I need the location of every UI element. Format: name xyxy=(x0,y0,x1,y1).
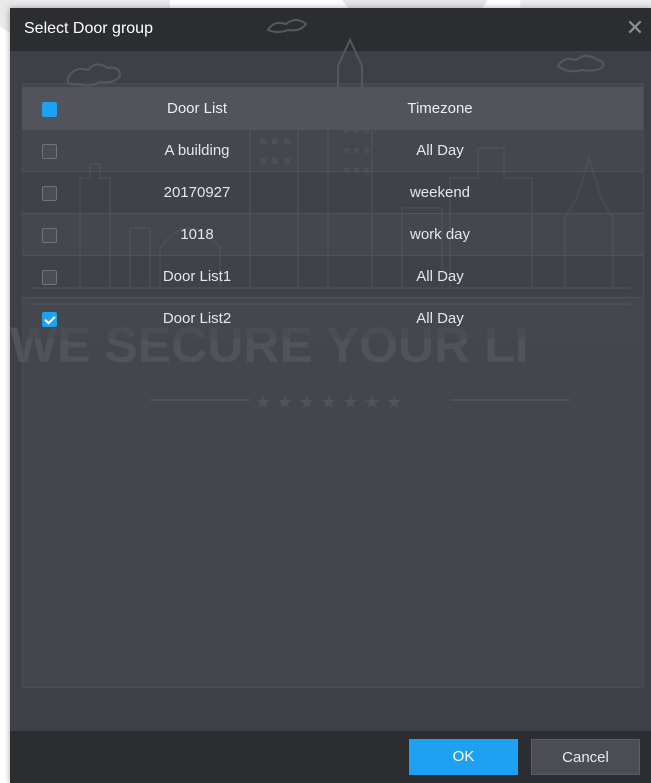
row-select-cell[interactable] xyxy=(22,129,77,172)
row-checkbox[interactable] xyxy=(42,269,57,285)
ok-button[interactable]: OK xyxy=(409,739,518,775)
door-list-cell: Door List1 xyxy=(77,255,317,298)
door-list-cell: A building xyxy=(77,129,317,172)
cancel-button[interactable]: Cancel xyxy=(531,739,640,775)
dialog-title: Select Door group xyxy=(24,20,153,37)
table-row[interactable]: 1018 work day xyxy=(22,213,643,256)
door-group-table: Door List Timezone A building All Day 20… xyxy=(22,87,643,339)
header-select-cell[interactable] xyxy=(22,87,77,130)
table-row[interactable]: 20170927 weekend xyxy=(22,171,643,214)
table-row[interactable]: Door List2 All Day xyxy=(22,297,643,339)
row-checkbox[interactable] xyxy=(42,185,57,201)
column-header-door-list: Door List xyxy=(77,87,317,130)
row-select-cell[interactable] xyxy=(22,297,77,339)
row-checkbox[interactable] xyxy=(42,227,57,243)
row-select-cell[interactable] xyxy=(22,213,77,256)
table-row[interactable]: A building All Day xyxy=(22,129,643,172)
dialog-titlebar: Select Door group ✕ xyxy=(10,8,651,51)
timezone-cell: All Day xyxy=(317,255,643,298)
close-icon[interactable]: ✕ xyxy=(623,16,647,40)
table-header-row: Door List Timezone xyxy=(22,87,643,130)
door-list-cell: Door List2 xyxy=(77,297,317,339)
row-select-cell[interactable] xyxy=(22,255,77,298)
timezone-cell: All Day xyxy=(317,297,643,339)
column-header-timezone: Timezone xyxy=(317,87,643,130)
select-all-checkbox[interactable] xyxy=(42,101,57,117)
timezone-cell: weekend xyxy=(317,171,643,214)
select-door-group-dialog: Select Door group ✕ WE SECURE YOUR LI ★ … xyxy=(10,8,651,783)
row-checkbox[interactable] xyxy=(42,311,57,327)
timezone-cell: All Day xyxy=(317,129,643,172)
door-list-cell: 1018 xyxy=(77,213,317,256)
row-select-cell[interactable] xyxy=(22,171,77,214)
table-row[interactable]: Door List1 All Day xyxy=(22,255,643,298)
dialog-footer: OK Cancel xyxy=(10,731,651,783)
timezone-cell: work day xyxy=(317,213,643,256)
row-checkbox[interactable] xyxy=(42,143,57,159)
door-list-cell: 20170927 xyxy=(77,171,317,214)
